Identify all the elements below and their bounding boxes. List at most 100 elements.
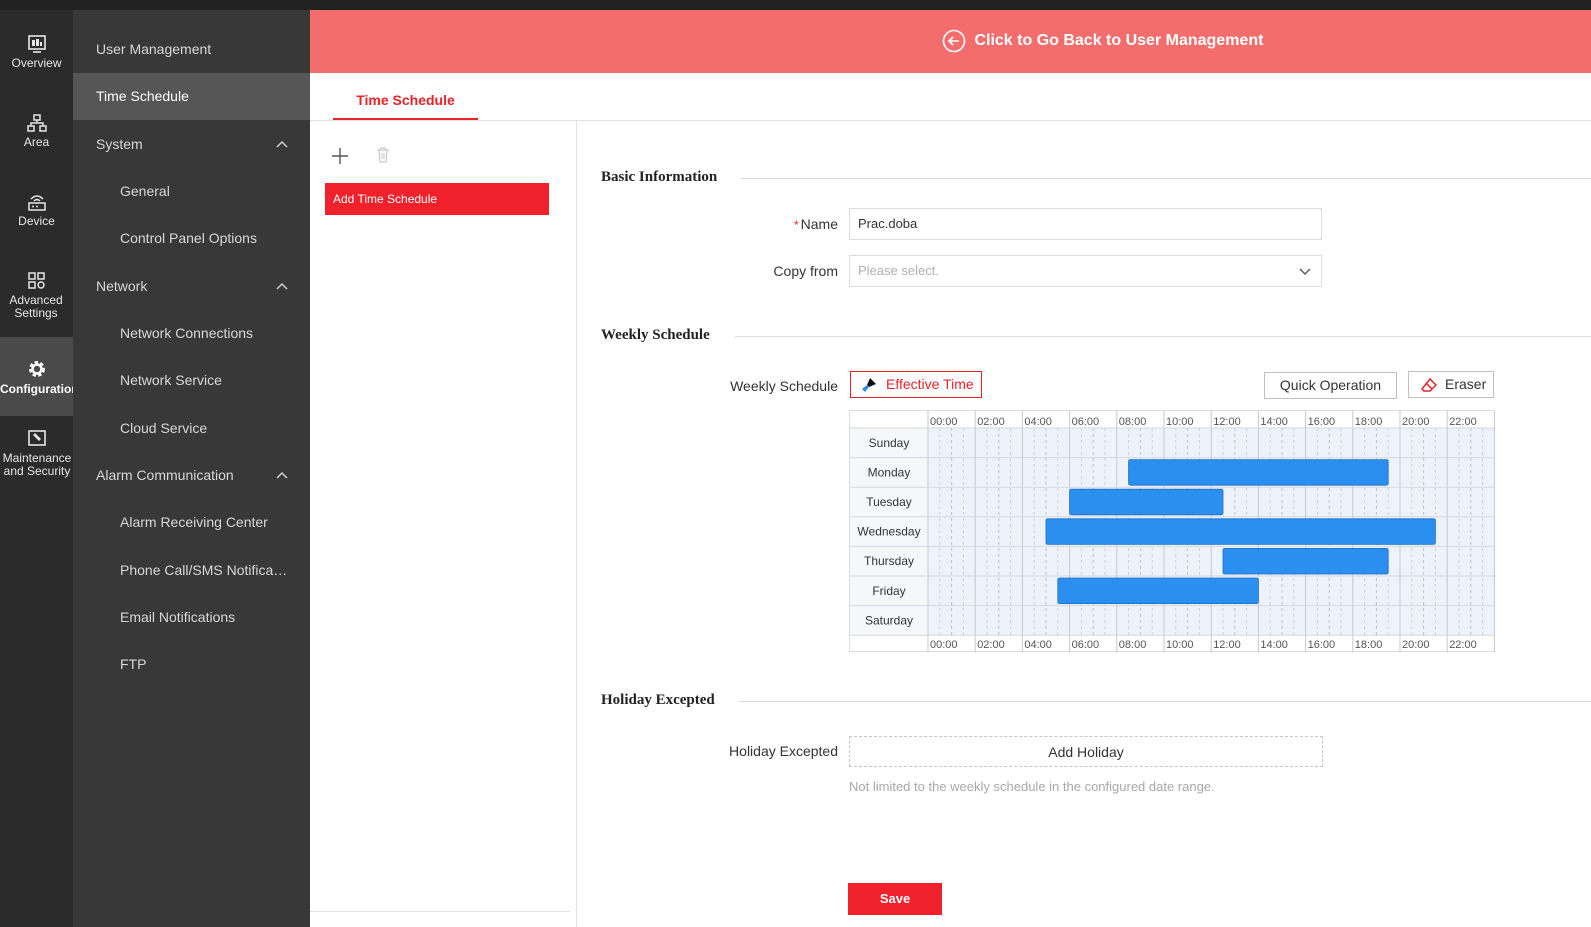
nav-alarm-communication-label: Alarm Communication	[96, 467, 234, 483]
day-label: Thursday	[864, 554, 914, 568]
list-panel-divider	[310, 911, 570, 912]
nav-user-management[interactable]: User Management	[73, 26, 310, 73]
name-input[interactable]: Prac.doba	[849, 208, 1322, 240]
hour-label-bottom: 02:00	[977, 639, 1005, 651]
area-icon	[26, 114, 47, 132]
icon-rail: Overview Area Device Advanced Settings C…	[0, 10, 79, 927]
nav-alarm-communication[interactable]: Alarm Communication	[73, 452, 310, 499]
tab-bar: Time Schedule	[310, 73, 1591, 121]
name-label-text: Name	[800, 216, 838, 232]
day-label: Monday	[868, 465, 911, 479]
nav-network-connections[interactable]: Network Connections	[73, 310, 310, 357]
hour-label-top: 12:00	[1213, 416, 1241, 428]
effective-time-button[interactable]: Effective Time	[850, 371, 982, 398]
weekly-schedule-label: Weekly Schedule	[730, 378, 838, 394]
day-label: Friday	[872, 584, 905, 598]
rail-label-device: Device	[18, 214, 55, 228]
eraser-button[interactable]: Eraser	[1408, 371, 1494, 398]
weekly-schedule-grid[interactable]: 00:00 00:00 02:00 02:00 04:00 04:00 06:00 06:00…	[849, 410, 1496, 653]
rail-item-configuration[interactable]: Configuration	[0, 337, 79, 416]
nav-phone-call-sms[interactable]: Phone Call/SMS Notifica…	[73, 547, 310, 594]
hour-label-top: 20:00	[1402, 416, 1430, 428]
hour-label-bottom: 00:00	[930, 639, 958, 651]
maintenance-icon	[27, 430, 46, 446]
schedule-segment[interactable]	[1045, 518, 1436, 545]
hour-label-bottom: 08:00	[1119, 639, 1147, 651]
weekly-schedule-heading: Weekly Schedule	[601, 327, 710, 343]
chevron-up-icon	[276, 471, 288, 479]
copy-from-label: Copy from	[773, 263, 838, 279]
rail-label-configuration: Configuration	[0, 382, 79, 396]
hour-label-bottom: 04:00	[1024, 639, 1052, 651]
basic-information-heading: Basic Information	[601, 169, 718, 185]
back-arrow-icon	[942, 29, 966, 53]
chevron-down-icon	[1299, 268, 1311, 275]
banner-text: Click to Go Back to User Management	[974, 32, 1264, 49]
weekly-schedule-divider	[735, 336, 1591, 337]
rail-label-overview: Overview	[11, 56, 62, 70]
hour-label-bottom: 18:00	[1355, 639, 1383, 651]
hour-label-top: 14:00	[1260, 416, 1288, 428]
gear-icon	[28, 361, 45, 377]
day-label: Sunday	[869, 436, 910, 450]
hour-label-bottom: 22:00	[1449, 639, 1477, 651]
nav-system[interactable]: System	[73, 121, 310, 168]
hour-label-top: 00:00	[930, 416, 958, 428]
schedule-segment[interactable]	[1222, 547, 1389, 575]
rail-item-device[interactable]: Device	[0, 193, 73, 271]
nav-alarm-receiving-center[interactable]: Alarm Receiving Center	[73, 499, 310, 546]
nav-network-service[interactable]: Network Service	[73, 357, 310, 404]
quick-operation-button[interactable]: Quick Operation	[1264, 372, 1397, 399]
nav-time-schedule[interactable]: Time Schedule	[73, 73, 310, 120]
chevron-up-icon	[276, 282, 288, 290]
schedule-list-item[interactable]: Add Time Schedule	[325, 183, 549, 215]
schedule-segment[interactable]	[1069, 488, 1224, 516]
nav-general[interactable]: General	[73, 168, 310, 215]
copy-from-select[interactable]: Please select.	[849, 255, 1322, 287]
hour-label-top: 16:00	[1308, 416, 1336, 428]
required-mark: *	[793, 218, 799, 232]
nav-email-notifications[interactable]: Email Notifications	[73, 594, 310, 641]
hour-label-bottom: 14:00	[1260, 639, 1288, 651]
basic-information-divider	[741, 178, 1591, 179]
hour-label-bottom: 12:00	[1213, 639, 1241, 651]
top-strip	[0, 0, 1591, 10]
schedule-segment[interactable]	[1057, 577, 1259, 605]
rail-label-area: Area	[23, 135, 50, 149]
name-label: * Name	[794, 216, 838, 232]
hour-label-bottom: 06:00	[1072, 639, 1100, 651]
rail-item-area[interactable]: Area	[0, 114, 73, 192]
add-holiday-button[interactable]: Add Holiday	[849, 736, 1323, 767]
banner-content: Click to Go Back to User Management	[942, 29, 1263, 53]
rail-item-overview[interactable]: Overview	[0, 35, 73, 113]
hour-label-top: 06:00	[1072, 416, 1100, 428]
hour-label-top: 04:00	[1024, 416, 1052, 428]
hour-label-top: 02:00	[977, 416, 1005, 428]
back-to-user-management-banner[interactable]: Click to Go Back to User Management	[310, 10, 1591, 73]
hour-label-top: 18:00	[1355, 416, 1383, 428]
nav-network[interactable]: Network	[73, 263, 310, 310]
rail-label-maintenance: Maintenance and Security	[2, 451, 72, 478]
day-label: Wednesday	[857, 525, 920, 539]
hour-label-top: 10:00	[1166, 416, 1194, 428]
holiday-excepted-label: Holiday Excepted	[729, 743, 838, 759]
tab-time-schedule[interactable]: Time Schedule	[333, 73, 478, 120]
eraser-label: Eraser	[1445, 376, 1487, 392]
day-label: Saturday	[865, 613, 913, 627]
rail-label-advanced-settings: Advanced Settings	[9, 293, 63, 320]
nav-cloud-service[interactable]: Cloud Service	[73, 405, 310, 452]
schedule-list-panel	[310, 121, 577, 927]
hour-label-top: 22:00	[1449, 416, 1477, 428]
holiday-hint: Not limited to the weekly schedule in th…	[849, 779, 1215, 794]
schedule-grid-svg[interactable]: 00:00 00:00 02:00 02:00 04:00 04:00 06:00 06:00…	[850, 411, 1496, 653]
save-button[interactable]: Save	[848, 883, 942, 915]
chevron-up-icon	[276, 140, 288, 148]
hour-label-bottom: 20:00	[1402, 639, 1430, 651]
hour-label-top: 08:00	[1119, 416, 1147, 428]
delete-icon[interactable]	[376, 146, 390, 164]
nav-ftp[interactable]: FTP	[73, 641, 310, 688]
nav-control-panel-options[interactable]: Control Panel Options	[73, 215, 310, 262]
schedule-segment[interactable]	[1128, 459, 1389, 486]
rail-item-maintenance[interactable]: Maintenance and Security	[0, 430, 73, 508]
add-icon[interactable]	[330, 146, 350, 166]
